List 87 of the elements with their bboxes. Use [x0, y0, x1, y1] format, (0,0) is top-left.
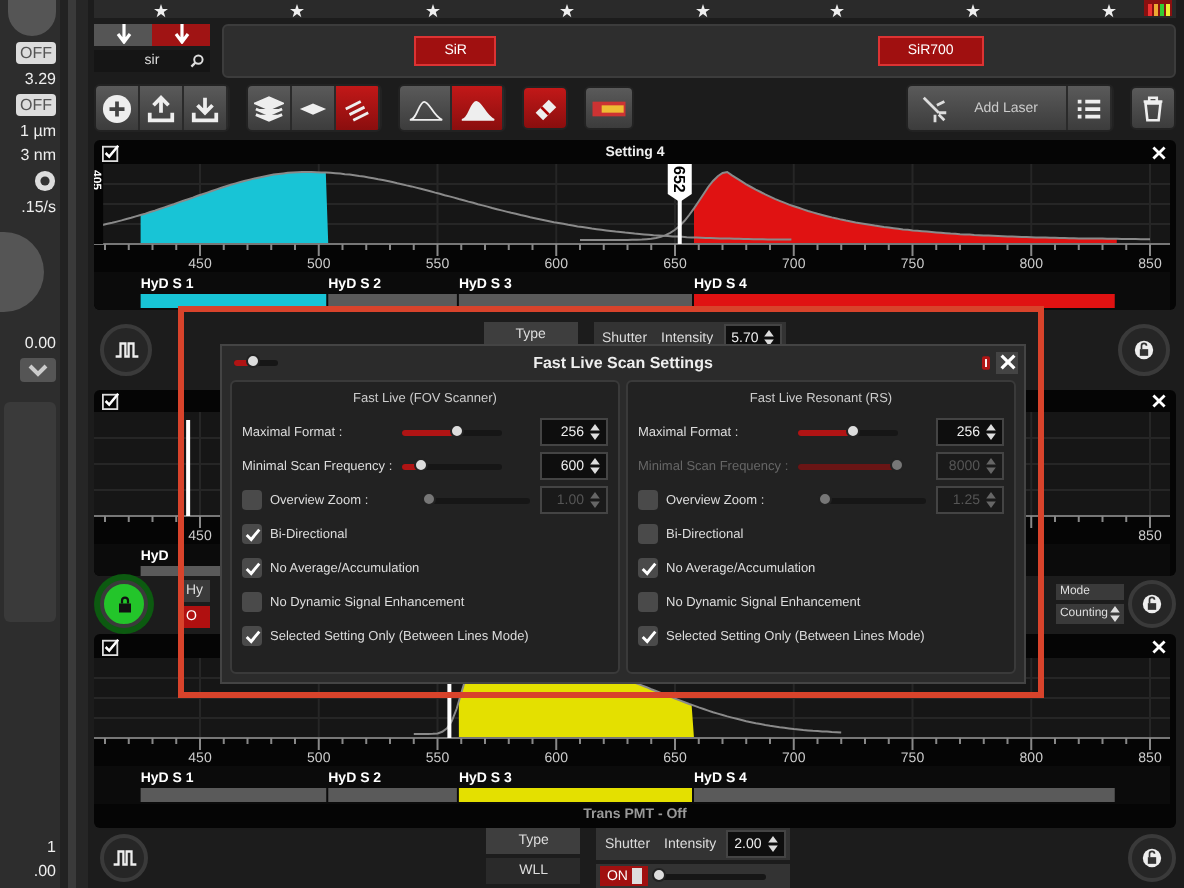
laser-icon	[920, 93, 951, 124]
opacity-slider[interactable]	[234, 359, 278, 365]
arrow-down-icon	[169, 24, 193, 45]
upload-button[interactable]	[140, 86, 184, 131]
unlock-icon	[1142, 594, 1162, 615]
edit-check-icon[interactable]	[102, 391, 120, 410]
spin-arrows-icon[interactable]	[590, 424, 600, 440]
star-icon[interactable]	[560, 3, 575, 18]
toggle-button[interactable]: OFF	[16, 42, 56, 64]
plus-icon	[102, 93, 132, 124]
spin-arrows-icon[interactable]	[590, 458, 600, 474]
value-text: 0.00	[24, 334, 56, 352]
pulse-icon	[113, 339, 139, 360]
arrow-down-icon	[111, 24, 135, 45]
eraser-button[interactable]	[522, 86, 568, 131]
color-bars-icon[interactable]	[1144, 0, 1172, 16]
checkbox[interactable]	[638, 626, 658, 646]
download-button[interactable]	[184, 86, 228, 131]
close-icon	[999, 354, 1015, 370]
checkbox[interactable]	[242, 626, 262, 646]
star-icon[interactable]	[695, 3, 710, 18]
setting-slider[interactable]	[402, 429, 502, 435]
delete-button[interactable]	[1130, 86, 1176, 131]
star-icon[interactable]	[1101, 3, 1116, 18]
pulse-button[interactable]	[100, 834, 148, 883]
value-text: .15/s	[21, 198, 56, 216]
sort-button[interactable]	[94, 23, 152, 46]
search-icon	[190, 53, 204, 68]
value-text: 1	[47, 838, 56, 856]
checkbox[interactable]	[242, 592, 262, 612]
trash-icon	[1138, 93, 1168, 124]
sort-button[interactable]	[152, 23, 210, 46]
close-icon[interactable]	[1152, 639, 1166, 654]
unlock-icon	[1134, 339, 1154, 360]
star-icon[interactable]	[425, 3, 440, 18]
curve-icon	[407, 95, 443, 122]
spin-arrows-icon[interactable]	[767, 836, 778, 853]
laser-line[interactable]	[186, 420, 191, 517]
upload-icon	[146, 93, 176, 124]
detector-band[interactable]	[458, 788, 692, 803]
unlock-button[interactable]	[1118, 323, 1170, 376]
star-icon[interactable]	[830, 3, 845, 18]
list-button[interactable]	[1068, 86, 1112, 131]
checkbox[interactable]	[242, 558, 262, 578]
alert-icon[interactable]	[982, 355, 990, 369]
spectrum-view-button[interactable]	[400, 86, 452, 131]
unlock-icon	[1142, 848, 1162, 869]
dialog-title: Fast Live Scan Settings	[533, 353, 713, 371]
value-text: 3.29	[24, 70, 56, 88]
pulse-button[interactable]	[100, 323, 152, 376]
close-button[interactable]	[996, 351, 1018, 373]
spin-arrows-icon	[1110, 606, 1120, 623]
pulse-icon	[111, 848, 137, 869]
edit-check-icon[interactable]	[102, 637, 120, 656]
edit-check-icon[interactable]	[102, 143, 120, 162]
star-icon[interactable]	[154, 3, 169, 18]
checkbox[interactable]	[638, 592, 658, 612]
color-bar-icon	[592, 97, 626, 120]
lock-button[interactable]	[100, 580, 148, 629]
value-text: 3 nm	[20, 146, 56, 164]
setting-slider[interactable]	[798, 429, 898, 435]
checkbox[interactable]	[242, 524, 262, 544]
spin-arrows-icon[interactable]	[986, 424, 996, 440]
spin-arrows-icon[interactable]	[764, 330, 775, 347]
close-icon[interactable]	[1152, 393, 1166, 408]
star-icon[interactable]	[289, 3, 304, 18]
lock-icon	[115, 595, 133, 614]
unlock-button[interactable]	[1128, 580, 1176, 629]
star-icon[interactable]	[966, 3, 981, 18]
toggle-button[interactable]: OFF	[16, 94, 56, 116]
chevron-icon[interactable]	[20, 358, 56, 382]
view-button[interactable]	[248, 86, 292, 131]
target-icon[interactable]	[34, 170, 56, 192]
unlock-button[interactable]	[1128, 834, 1176, 883]
checkbox[interactable]	[638, 524, 658, 544]
download-icon	[190, 93, 220, 124]
spectrum-view-button[interactable]	[452, 86, 504, 131]
view-button[interactable]	[292, 86, 336, 131]
checkbox[interactable]	[638, 558, 658, 578]
layers-icon	[254, 93, 284, 124]
close-icon[interactable]	[1152, 145, 1166, 160]
value-text: 1 µm	[20, 122, 56, 140]
view-button[interactable]	[336, 86, 380, 131]
add-icon-button[interactable]	[96, 86, 140, 131]
color-bar-button[interactable]	[584, 86, 634, 131]
curve-icon	[459, 95, 495, 122]
value-text: .00	[33, 862, 56, 880]
